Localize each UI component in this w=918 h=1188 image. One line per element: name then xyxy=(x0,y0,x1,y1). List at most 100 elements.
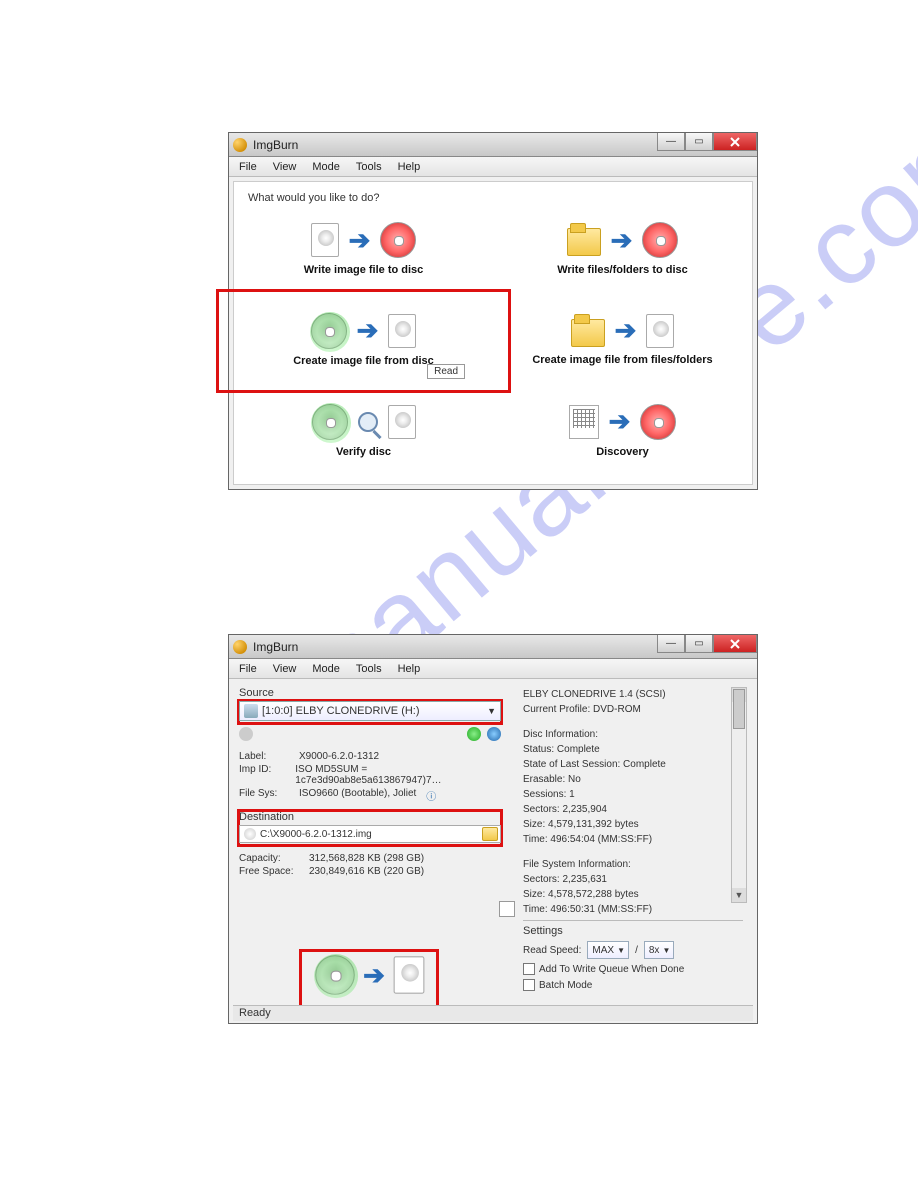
start-read-button[interactable]: ➔ xyxy=(239,957,501,993)
menu-view[interactable]: View xyxy=(267,161,303,173)
client-area: Source [1:0:0] ELBY CLONEDRIVE (H:) ▼ La… xyxy=(233,683,753,1003)
drive-icon xyxy=(244,704,258,718)
impid-value: ISO MD5SUM = 1c7e3d90ab8e5a613867947)7… xyxy=(295,764,501,786)
destination-label: Destination xyxy=(239,811,501,823)
info-fs-size: Size: 4,578,572,288 bytes xyxy=(523,887,743,902)
image-file-icon xyxy=(646,314,674,348)
minimize-button[interactable]: — xyxy=(657,133,685,151)
arrow-icon: ➔ xyxy=(349,225,371,256)
info-icon[interactable]: ⓘ xyxy=(426,788,436,803)
titlebar[interactable]: ImgBurn — ▭ xyxy=(229,635,757,659)
menu-tools[interactable]: Tools xyxy=(350,663,388,675)
titlebar[interactable]: ImgBurn — ▭ xyxy=(229,133,757,157)
grid-icon xyxy=(569,405,599,439)
info-drive: ELBY CLONEDRIVE 1.4 (SCSI) xyxy=(523,687,743,702)
info-status: Status: Complete xyxy=(523,742,743,757)
disc-icon xyxy=(244,828,256,840)
imgburn-ezmode-window: ImgBurn — ▭ File View Mode Tools Help Wh… xyxy=(228,132,758,490)
info-fs-header: File System Information: xyxy=(523,857,743,872)
menu-file[interactable]: File xyxy=(233,663,263,675)
menu-mode[interactable]: Mode xyxy=(306,161,346,173)
arrow-icon: ➔ xyxy=(611,225,633,256)
eject-icon[interactable] xyxy=(239,727,253,741)
folder-icon xyxy=(571,319,605,347)
mode-create-image-from-disc[interactable]: ➔ Create image file from disc Read xyxy=(234,295,493,386)
app-icon xyxy=(233,640,247,654)
info-profile: Current Profile: DVD-ROM xyxy=(523,702,743,717)
maximize-button[interactable]: ▭ xyxy=(685,133,713,151)
freespace-key: Free Space: xyxy=(239,866,303,877)
minimize-button[interactable]: — xyxy=(657,635,685,653)
mode-create-image-from-files[interactable]: ➔ Create image file from files/folders xyxy=(493,295,752,386)
label-key: Label: xyxy=(239,751,293,762)
settings-group: Settings Read Speed: MAX▼ / 8x▼ Add To W… xyxy=(523,920,743,991)
info-sectors: Sectors: 2,235,904 xyxy=(523,802,743,817)
menu-file[interactable]: File xyxy=(233,161,263,173)
arrow-icon: ➔ xyxy=(609,406,631,437)
magnify-icon xyxy=(358,412,378,432)
disc-icon xyxy=(642,222,678,258)
slash-label: / xyxy=(635,945,638,956)
menu-help[interactable]: Help xyxy=(392,161,427,173)
info-scrollbar[interactable]: ▲ ▼ xyxy=(731,687,747,903)
mode-write-files-to-disc[interactable]: ➔ Write files/folders to disc xyxy=(493,204,752,295)
browse-button[interactable] xyxy=(482,827,498,841)
menu-view[interactable]: View xyxy=(267,663,303,675)
info-time: Time: 496:54:04 (MM:SS:FF) xyxy=(523,832,743,847)
mode-label: Write files/folders to disc xyxy=(557,264,688,276)
close-icon xyxy=(730,639,740,649)
mode-label: Write image file to disc xyxy=(304,264,424,276)
disc-icon xyxy=(380,222,416,258)
info-sessions: Sessions: 1 xyxy=(523,787,743,802)
filesys-key: File Sys: xyxy=(239,788,293,803)
retries-select[interactable]: 8x▼ xyxy=(644,941,675,959)
close-button[interactable] xyxy=(713,635,757,653)
source-drive-combo[interactable]: [1:0:0] ELBY CLONEDRIVE (H:) ▼ xyxy=(239,701,501,721)
imgburn-read-window: ImgBurn — ▭ File View Mode Tools Help So… xyxy=(228,634,758,1024)
info-fs-time: Time: 496:50:31 (MM:SS:FF) xyxy=(523,902,743,917)
info-size: Size: 4,579,131,392 bytes xyxy=(523,817,743,832)
destination-path-field[interactable]: C:\X9000-6.2.0-1312.img xyxy=(239,825,501,843)
menu-tools[interactable]: Tools xyxy=(350,161,388,173)
scroll-thumb[interactable] xyxy=(733,689,745,729)
source-drive-value: [1:0:0] ELBY CLONEDRIVE (H:) xyxy=(262,705,420,717)
close-icon xyxy=(730,137,740,147)
disc-icon xyxy=(640,404,676,440)
mode-label: Create image file from files/folders xyxy=(532,354,712,366)
image-file-icon xyxy=(388,405,416,439)
capacity-value: 312,568,828 KB (298 GB) xyxy=(309,853,424,864)
menu-mode[interactable]: Mode xyxy=(306,663,346,675)
capacity-key: Capacity: xyxy=(239,853,303,864)
read-speed-label: Read Speed: xyxy=(523,945,581,956)
image-file-icon xyxy=(393,956,424,993)
close-button[interactable] xyxy=(713,133,757,151)
mode-label: Create image file from disc xyxy=(293,355,434,367)
disc-icon xyxy=(315,955,355,995)
mode-write-image-to-disc[interactable]: ➔ Write image file to disc xyxy=(234,204,493,295)
image-file-icon xyxy=(311,223,339,257)
image-file-icon xyxy=(388,314,416,348)
add-to-queue-checkbox[interactable]: Add To Write Queue When Done xyxy=(523,963,743,975)
media-info-icon[interactable] xyxy=(487,727,501,741)
mode-discovery[interactable]: ➔ Discovery xyxy=(493,385,752,476)
disc-icon xyxy=(312,404,348,440)
checkbox-icon xyxy=(523,979,535,991)
source-label: Source xyxy=(239,687,501,699)
scroll-down-icon[interactable]: ▼ xyxy=(732,888,746,902)
settings-label: Settings xyxy=(523,925,743,937)
refresh-icon[interactable] xyxy=(467,727,481,741)
notes-button[interactable] xyxy=(499,901,515,917)
left-pane: Source [1:0:0] ELBY CLONEDRIVE (H:) ▼ La… xyxy=(239,687,501,993)
mode-verify-disc[interactable]: Verify disc xyxy=(234,385,493,476)
label-value: X9000-6.2.0-1312 xyxy=(299,751,379,762)
read-speed-select[interactable]: MAX▼ xyxy=(587,941,629,959)
drive-info: ELBY CLONEDRIVE 1.4 (SCSI) Current Profi… xyxy=(523,687,743,917)
prompt-text: What would you like to do? xyxy=(234,182,752,204)
batch-mode-checkbox[interactable]: Batch Mode xyxy=(523,979,743,991)
arrow-icon: ➔ xyxy=(363,960,385,991)
window-title: ImgBurn xyxy=(253,138,298,152)
maximize-button[interactable]: ▭ xyxy=(685,635,713,653)
menubar: File View Mode Tools Help xyxy=(229,659,757,679)
chevron-down-icon: ▼ xyxy=(662,946,670,955)
menu-help[interactable]: Help xyxy=(392,663,427,675)
